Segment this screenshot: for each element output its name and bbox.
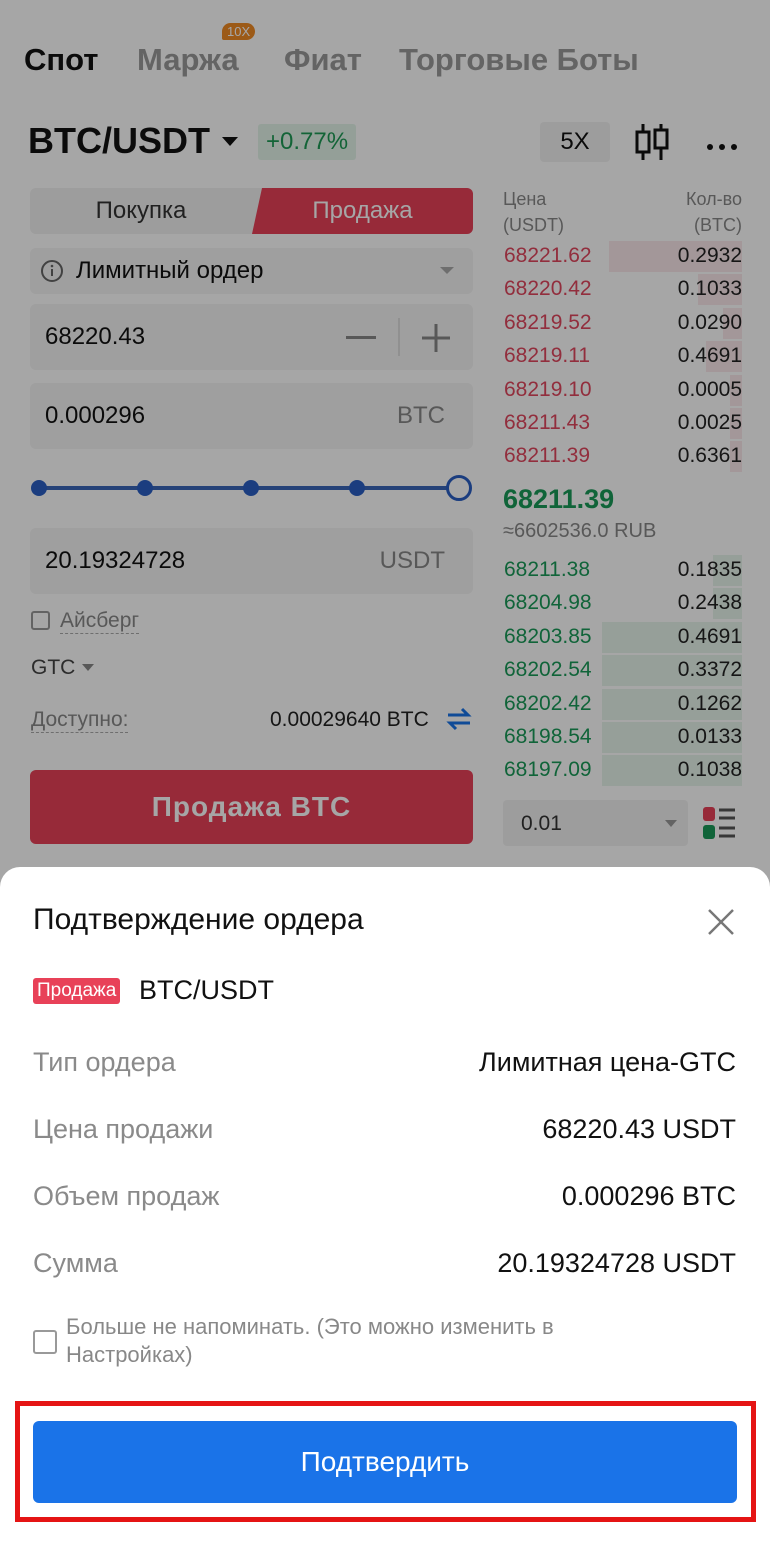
sell-volume-label: Объем продаж bbox=[33, 1181, 220, 1211]
confirm-button[interactable]: Подтвердить bbox=[33, 1421, 737, 1503]
trading-screen: Спот Маржа 10X Фиат Торговые Боты BTC/US… bbox=[0, 0, 770, 1568]
order-confirmation-sheet: Подтверждение ордера Продажа BTC/USDT Ти… bbox=[0, 867, 770, 1568]
dont-remind-checkbox[interactable] bbox=[33, 1330, 57, 1354]
order-type-label: Тип ордера bbox=[33, 1047, 176, 1077]
sheet-pair: BTC/USDT bbox=[139, 975, 274, 1005]
total-label: Сумма bbox=[33, 1248, 118, 1278]
dont-remind-label[interactable]: Больше не напоминать. (Это можно изменит… bbox=[66, 1313, 666, 1369]
close-icon[interactable] bbox=[706, 907, 736, 937]
order-type-value: Лимитная цена-GTC bbox=[479, 1047, 736, 1077]
sheet-title: Подтверждение ордера bbox=[33, 903, 364, 936]
total-value: 20.19324728 USDT bbox=[497, 1248, 736, 1278]
sell-price-label: Цена продажи bbox=[33, 1114, 214, 1144]
sell-price-value: 68220.43 USDT bbox=[542, 1114, 736, 1144]
sell-volume-value: 0.000296 BTC bbox=[561, 1181, 736, 1211]
side-badge: Продажа bbox=[33, 978, 121, 1004]
